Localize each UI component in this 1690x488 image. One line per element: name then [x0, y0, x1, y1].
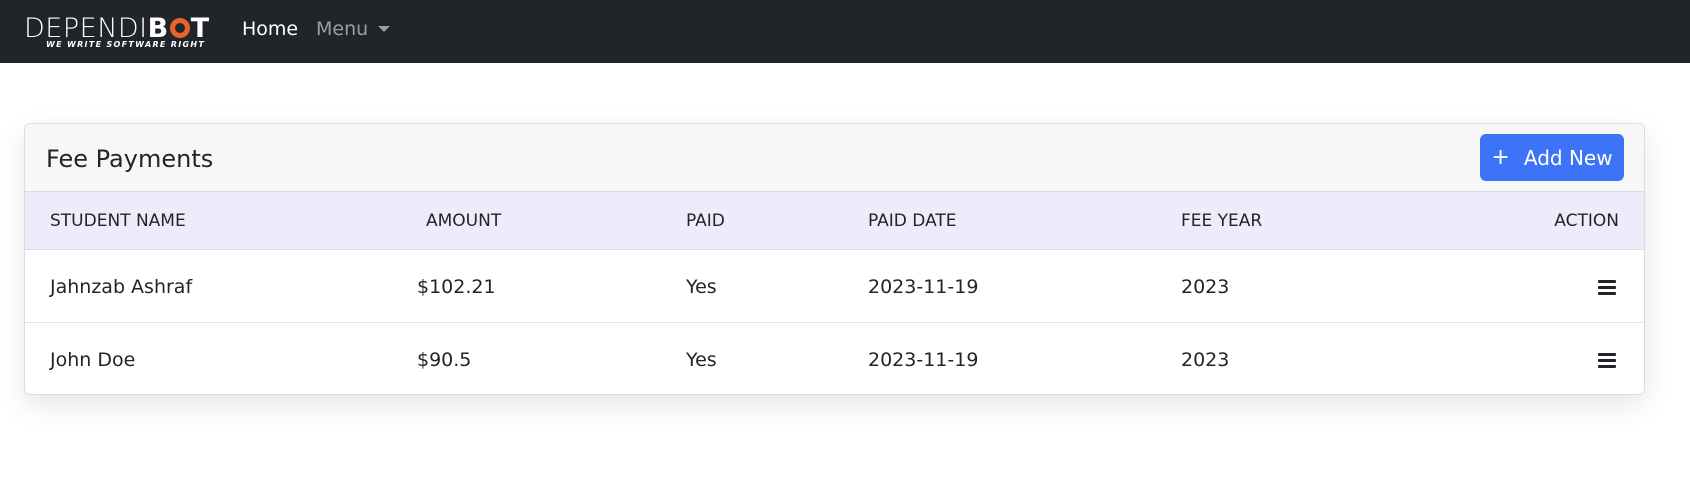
header-student-name[interactable]: STUDENT NAME	[50, 211, 186, 231]
plus-icon: +	[1491, 144, 1510, 170]
add-new-button[interactable]: + Add New	[1480, 134, 1624, 181]
brand-logo[interactable]: DEPENDIB T WE WRITE SOFTWARE RIGHT	[24, 14, 214, 50]
nav-home-link[interactable]: Home	[242, 16, 298, 42]
header-action: ACTION	[1554, 211, 1619, 231]
brand-tagline: WE WRITE SOFTWARE RIGHT	[46, 40, 206, 49]
menu-icon[interactable]	[1598, 353, 1616, 368]
cell-student-name: Jahnzab Ashraf	[50, 276, 193, 298]
card-header: Fee Payments + Add New	[25, 124, 1644, 192]
fee-payments-card: Fee Payments + Add New STUDENT NAME AMOU…	[24, 123, 1645, 395]
brand-o-ring-icon	[169, 18, 190, 38]
cell-student-name: John Doe	[50, 349, 136, 371]
caret-down-icon	[378, 26, 391, 32]
header-amount[interactable]: AMOUNT	[426, 211, 501, 231]
nav-menu-dropdown[interactable]: Menu	[316, 16, 391, 42]
top-navbar: DEPENDIB T WE WRITE SOFTWARE RIGHT Home M…	[0, 0, 1690, 63]
table-row: Jahnzab Ashraf $102.21 Yes 2023-11-19 20…	[25, 250, 1644, 323]
cell-paid-date: 2023-11-19	[868, 276, 979, 298]
menu-icon[interactable]	[1598, 280, 1616, 295]
page-title: Fee Payments	[46, 145, 214, 173]
header-paid-date[interactable]: PAID DATE	[868, 211, 957, 231]
cell-paid: Yes	[686, 349, 717, 371]
add-new-label: Add New	[1523, 145, 1613, 170]
cell-fee-year: 2023	[1181, 349, 1230, 371]
cell-paid: Yes	[686, 276, 717, 298]
cell-fee-year: 2023	[1181, 276, 1230, 298]
header-fee-year[interactable]: FEE YEAR	[1181, 211, 1262, 231]
nav-menu-label: Menu	[316, 18, 369, 40]
cell-amount: $90.5	[417, 349, 472, 371]
table-row: John Doe $90.5 Yes 2023-11-19 2023	[25, 323, 1644, 394]
table-header: STUDENT NAME AMOUNT PAID PAID DATE FEE Y…	[25, 192, 1644, 250]
cell-paid-date: 2023-11-19	[868, 349, 979, 371]
cell-amount: $102.21	[417, 276, 496, 298]
header-paid[interactable]: PAID	[686, 211, 725, 231]
